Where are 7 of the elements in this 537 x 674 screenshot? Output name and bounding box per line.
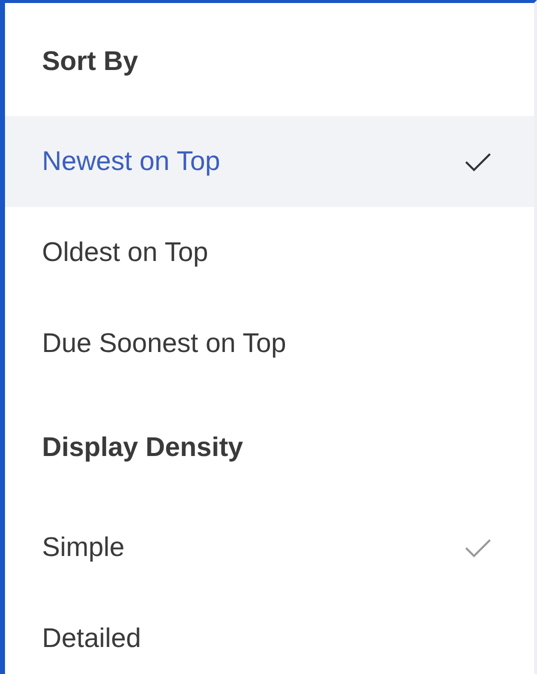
menu-item[interactable]: Detailed: [5, 593, 534, 674]
menu-item[interactable]: Newest on Top: [5, 116, 534, 207]
menu-item[interactable]: Due Soonest on Top: [5, 298, 534, 389]
menu-item[interactable]: Oldest on Top: [5, 207, 534, 298]
section-header: Display Density: [41, 431, 244, 464]
section-header: Sort By: [41, 45, 140, 78]
menu-item[interactable]: Simple: [5, 502, 534, 593]
